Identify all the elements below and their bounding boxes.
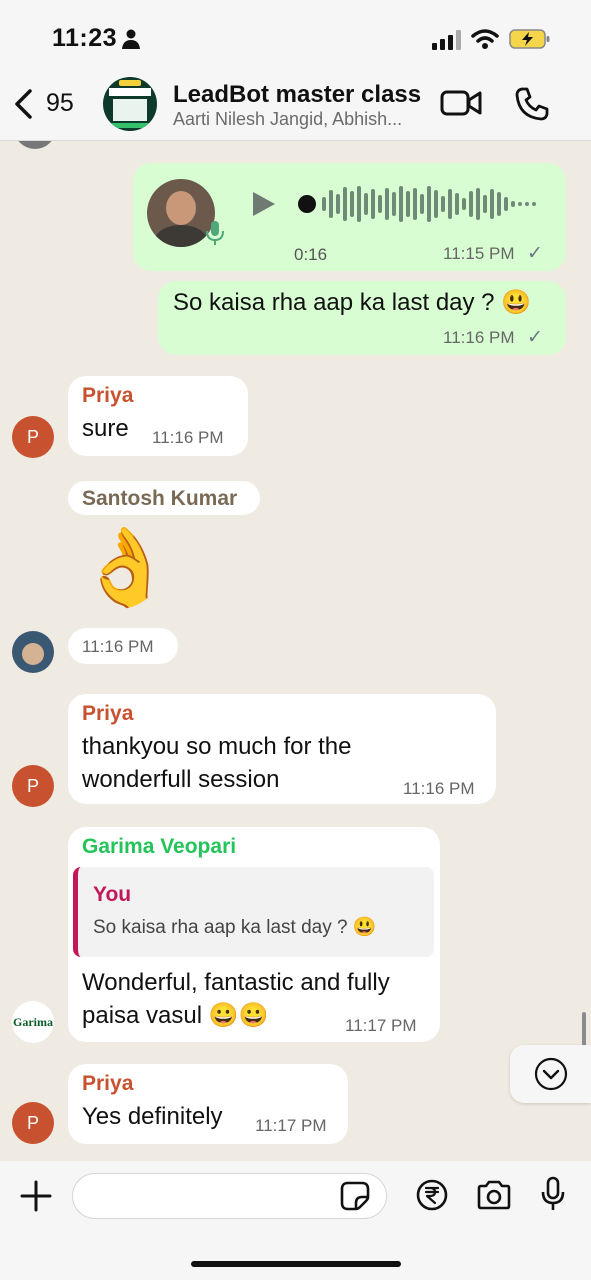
group-avatar[interactable] bbox=[103, 77, 157, 131]
message-time: 11:16 PM bbox=[152, 428, 224, 447]
wifi-icon bbox=[471, 29, 499, 49]
avatar[interactable]: P bbox=[12, 765, 54, 807]
read-tick-icon: ✓ bbox=[527, 327, 543, 348]
battery-icon bbox=[509, 29, 550, 49]
cellular-signal-icon bbox=[432, 30, 461, 50]
group-title[interactable]: LeadBot master class bbox=[173, 81, 421, 109]
person-icon bbox=[122, 29, 140, 49]
scrollbar[interactable] bbox=[582, 1012, 586, 1046]
voice-duration: 0:16 bbox=[294, 245, 328, 264]
voice-call-icon[interactable] bbox=[514, 86, 550, 122]
emoji-message[interactable]: 👌 bbox=[78, 523, 173, 613]
avatar[interactable]: P bbox=[12, 416, 54, 458]
message-time: 11:17 PM bbox=[345, 1016, 417, 1035]
message-text-line: thankyou so much for the bbox=[82, 733, 352, 760]
sticker-icon[interactable] bbox=[340, 1181, 370, 1211]
avatar bbox=[14, 141, 56, 149]
avatar[interactable]: P bbox=[12, 1102, 54, 1144]
video-call-icon[interactable] bbox=[440, 89, 482, 117]
message-text-line: Wonderful, fantastic and fully bbox=[82, 969, 390, 996]
quoted-message[interactable] bbox=[73, 867, 434, 957]
camera-icon[interactable] bbox=[476, 1180, 512, 1210]
quote-text: So kaisa rha aap ka last day ? 😃 bbox=[93, 917, 377, 938]
message-time: 11:17 PM bbox=[255, 1116, 327, 1135]
message-text: Yes definitely bbox=[82, 1103, 223, 1130]
mic-badge-icon bbox=[206, 221, 224, 245]
message-text: So kaisa rha aap ka last day ? 😃 bbox=[173, 289, 532, 316]
sender-name[interactable]: Santosh Kumar bbox=[82, 487, 237, 511]
chat-area: 0:16 11:15 PM ✓ So kaisa rha aap ka last… bbox=[0, 141, 591, 1161]
message-text-line: paisa vasul 😀😀 bbox=[82, 1002, 269, 1029]
message-text-line: wonderfull session bbox=[82, 766, 280, 793]
microphone-icon[interactable] bbox=[540, 1176, 566, 1212]
rupee-payment-icon[interactable] bbox=[416, 1179, 448, 1211]
avatar[interactable]: Garima bbox=[12, 1001, 54, 1043]
quote-author: You bbox=[93, 883, 132, 906]
chevron-down-icon bbox=[534, 1057, 568, 1091]
play-icon[interactable] bbox=[250, 189, 278, 219]
plus-icon[interactable] bbox=[20, 1180, 52, 1212]
message-time: 11:16 PM bbox=[403, 779, 475, 798]
back-chevron-icon[interactable] bbox=[12, 88, 34, 120]
scroll-to-bottom-button[interactable] bbox=[510, 1045, 591, 1103]
waveform[interactable] bbox=[296, 183, 542, 225]
message-time: 11:16 PM bbox=[82, 637, 154, 656]
sender-name[interactable]: Priya bbox=[82, 1072, 133, 1096]
group-members[interactable]: Aarti Nilesh Jangid, Abhish... bbox=[173, 109, 423, 130]
avatar[interactable] bbox=[12, 631, 54, 673]
message-time: 11:15 PM bbox=[443, 244, 515, 263]
status-time: 11:23 bbox=[52, 24, 118, 52]
message-text: sure bbox=[82, 415, 129, 442]
message-time: 11:16 PM bbox=[443, 328, 515, 347]
sender-name[interactable]: Priya bbox=[82, 384, 133, 408]
read-tick-icon: ✓ bbox=[527, 243, 543, 264]
unread-count[interactable]: 95 bbox=[46, 89, 74, 118]
sender-name[interactable]: Priya bbox=[82, 702, 133, 726]
sender-name[interactable]: Garima Veopari bbox=[82, 835, 236, 859]
home-indicator[interactable] bbox=[191, 1261, 401, 1267]
